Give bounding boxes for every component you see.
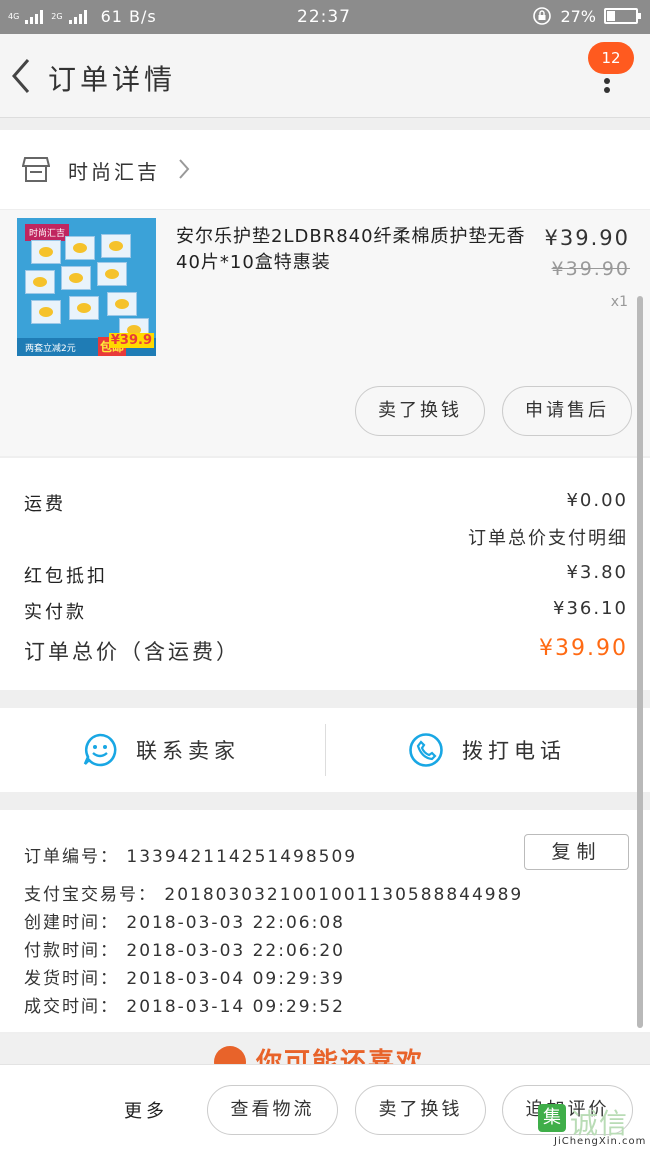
paid-time: 付款时间： 2018-03-03 22:06:20 <box>24 941 345 961</box>
product-item[interactable]: 时尚汇吉 两套立减2元 包邮 ¥39.9 安尔乐护垫2LDBR840纤柔棉质护垫… <box>0 210 650 456</box>
store-icon <box>22 157 50 182</box>
battery-percent: 27% <box>560 6 596 26</box>
divider <box>325 724 326 776</box>
product-pack-image <box>31 240 61 264</box>
paid-label: 实付款 <box>24 602 87 623</box>
watermark-en: JiChengXin.com <box>554 1136 647 1147</box>
completed-time: 成交时间： 2018-03-14 09:29:52 <box>24 997 345 1017</box>
chevron-right-icon <box>179 159 190 179</box>
contact-bar: 联系卖家 拨打电话 <box>0 708 650 792</box>
coupon-value: ¥3.80 <box>566 562 628 583</box>
battery-icon <box>604 8 641 24</box>
sell-item-button[interactable]: 卖了换钱 <box>355 386 485 436</box>
shop-name[interactable]: 时尚汇吉 <box>68 156 160 185</box>
network-label-2: 2G <box>51 12 63 21</box>
back-arrow-icon[interactable] <box>8 54 38 98</box>
signal-icon <box>25 9 45 24</box>
recommend-header: 你可能还喜欢 <box>0 1034 650 1066</box>
product-thumbnail[interactable]: 时尚汇吉 两套立减2元 包邮 ¥39.9 <box>17 218 156 356</box>
copy-button[interactable]: 复制 <box>524 834 629 870</box>
contact-seller-button[interactable]: 联系卖家 <box>82 732 240 768</box>
contact-seller-label: 联系卖家 <box>136 739 240 763</box>
coupon-label: 红包抵扣 <box>24 566 108 587</box>
created-time: 创建时间： 2018-03-03 22:06:08 <box>24 913 345 933</box>
status-left: 4G 2G 61 B/s <box>8 7 157 26</box>
alipay-trade-number: 支付宝交易号： 2018030321001001130588844989 <box>24 885 524 905</box>
total-value: ¥39.90 <box>539 636 628 661</box>
network-label: 4G <box>8 12 20 21</box>
product-pack-image <box>101 234 131 258</box>
order-info: 订单编号： 1339421142514985​09 复制 支付宝交易号： 201… <box>0 810 650 1032</box>
call-button[interactable]: 拨打电话 <box>408 732 566 768</box>
product-pack-image <box>97 262 127 286</box>
status-time: 22:37 <box>297 7 351 27</box>
scrollbar[interactable] <box>637 296 643 1028</box>
payment-detail-link[interactable]: 订单总价支付明细 <box>468 524 628 550</box>
call-label: 拨打电话 <box>462 739 566 763</box>
shipping-value: ¥0.00 <box>566 490 628 511</box>
product-quantity: x1 <box>610 294 628 310</box>
product-pack-image <box>25 270 55 294</box>
thumb-brand-label: 时尚汇吉 <box>25 224 70 241</box>
chat-smile-icon <box>83 733 117 767</box>
watermark-mark: 集 <box>538 1104 566 1132</box>
more-menu-icon[interactable] <box>602 78 612 96</box>
product-pack-image <box>31 300 61 324</box>
product-pack-image <box>61 266 91 290</box>
order-number: 订单编号： 1339421142514985​09 <box>24 847 358 867</box>
product-pack-image <box>69 296 99 320</box>
shipping-label: 运费 <box>24 494 66 515</box>
product-title[interactable]: 安尔乐护垫2LDBR840纤柔棉质护垫无香40片*10盒特惠装 <box>176 224 528 276</box>
net-speed: 61 B/s <box>100 7 157 26</box>
after-sale-button[interactable]: 申请售后 <box>502 386 632 436</box>
shipped-time: 发货时间： 2018-03-04 09:29:39 <box>24 969 345 989</box>
fee-summary: 运费 ¥0.00 订单总价支付明细 红包抵扣 ¥3.80 实付款 ¥36.10 … <box>0 458 650 690</box>
recommend-title: 你可能还喜欢 <box>256 1048 425 1066</box>
shop-row[interactable]: 时尚汇吉 <box>0 130 650 210</box>
heart-icon <box>214 1046 246 1066</box>
total-label: 订单总价（含运费） <box>24 640 240 664</box>
view-logistics-button[interactable]: 查看物流 <box>207 1085 338 1135</box>
more-button[interactable]: 更多 <box>124 1097 168 1123</box>
thumb-price: ¥39.9 <box>108 333 154 348</box>
status-bar: 4G 2G 61 B/s 22:37 27% <box>0 0 650 34</box>
notification-badge[interactable]: 12 <box>588 42 634 74</box>
sell-button[interactable]: 卖了换钱 <box>355 1085 486 1135</box>
product-pack-image <box>65 236 95 260</box>
app-header: 订单详情 12 <box>0 34 650 118</box>
status-right: 27% <box>532 6 641 26</box>
product-pack-image <box>107 292 137 316</box>
rotation-lock-icon <box>533 7 552 25</box>
page-title: 订单详情 <box>48 63 177 96</box>
paid-value: ¥36.10 <box>553 598 628 619</box>
signal-icon-2 <box>68 9 89 24</box>
thumb-promo-text: 两套立减2元 <box>25 344 76 354</box>
battery-fill <box>607 11 615 21</box>
watermark-logo: 集 诚信 JiChengXin.com <box>530 1102 650 1155</box>
product-price: ¥39.90 <box>544 226 630 250</box>
product-original-price: ¥39.90 <box>551 258 630 280</box>
phone-icon <box>409 733 443 767</box>
